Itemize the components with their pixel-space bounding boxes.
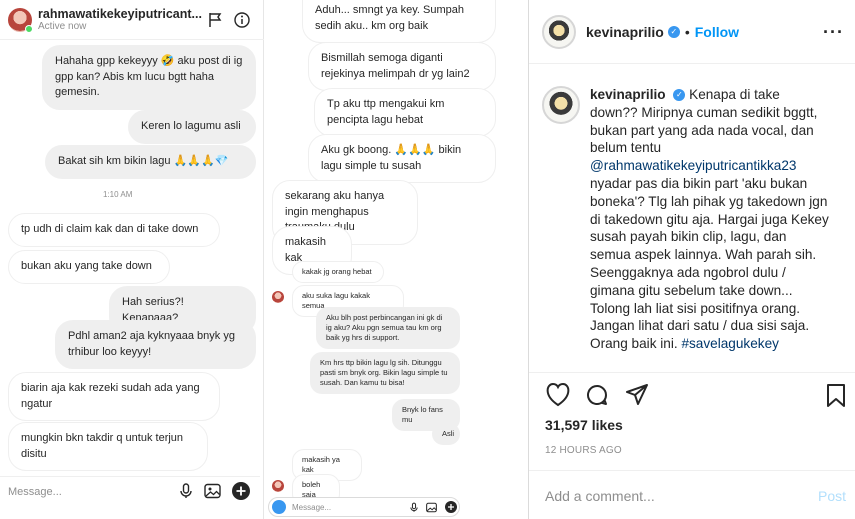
chat-avatar[interactable] [8, 7, 33, 33]
more-options-icon[interactable]: ··· [823, 22, 844, 43]
message-composer[interactable]: Message... [0, 476, 260, 506]
comment-icon[interactable] [585, 383, 609, 407]
flag-icon[interactable] [207, 12, 223, 28]
verified-badge-icon: ✓ [667, 25, 680, 38]
message-bubble: mungkin bkn takdir q untuk terjun disitu [8, 422, 208, 471]
caption-area: kevinaprilio ✓ Kenapa di take down?? Mir… [542, 86, 842, 368]
separator-dot: • [684, 23, 690, 40]
chat-screenshot: rahmawatikekeyiputricant... Active now H… [0, 0, 528, 519]
microphone-icon[interactable] [178, 483, 194, 499]
caption-text: kevinaprilio ✓ Kenapa di take down?? Mir… [590, 86, 830, 368]
message-bubble: Pdhl aman2 aja kyknyaaa bnyk yg trhibur … [55, 320, 256, 369]
message-composer[interactable]: Message... [268, 497, 460, 517]
divider [529, 372, 855, 373]
info-icon[interactable] [234, 12, 250, 28]
caption-body: nyadar pas dia bikin part 'aku bukan bon… [590, 175, 829, 352]
message-bubble: Keren lo lagumu asli [128, 110, 256, 144]
microphone-icon[interactable] [409, 502, 419, 513]
post-header: kevinaprilio ✓ • Follow ··· [529, 0, 855, 64]
message-timestamp: 1:10 AM [103, 190, 133, 199]
add-icon[interactable] [232, 482, 250, 500]
verified-badge-icon: ✓ [673, 89, 686, 102]
message-bubble: Aduh... smngt ya key. Sumpah sedih aku..… [302, 0, 496, 43]
caption-username[interactable]: kevinaprilio [590, 87, 666, 102]
comment-input[interactable]: Add a comment... [545, 488, 655, 504]
chat-username[interactable]: rahmawatikekeyiputricant... [38, 7, 202, 21]
save-icon[interactable] [826, 383, 846, 408]
comment-box: Add a comment... Post [529, 470, 855, 519]
caption-avatar[interactable] [542, 86, 580, 124]
chat-right: Aduh... smngt ya key. Sumpah sedih aku..… [264, 0, 528, 519]
message-bubble: bukan aku yang take down [8, 250, 170, 284]
post-username[interactable]: kevinaprilio [586, 24, 664, 40]
image-icon[interactable] [204, 483, 221, 499]
add-icon[interactable] [445, 501, 457, 513]
message-bubble: Aku blh post perbincangan ini gk di ig a… [316, 307, 460, 349]
chat-left: rahmawatikekeyiputricant... Active now H… [0, 0, 264, 519]
follow-button[interactable]: Follow [695, 24, 739, 40]
sender-avatar [272, 291, 284, 303]
message-bubble: Tp aku ttp mengakui km pencipta lagu heb… [314, 88, 496, 137]
action-bar [545, 383, 845, 411]
caption-mention[interactable]: @rahmawatikekeyiputricantikka23 [590, 158, 796, 173]
camera-icon[interactable] [272, 500, 286, 514]
chat-title-block: rahmawatikekeyiputricant... Active now [32, 7, 202, 32]
chat-status: Active now [38, 21, 87, 32]
post-panel: kevinaprilio ✓ • Follow ··· kevinaprilio… [528, 0, 855, 519]
message-bubble: Bismillah semoga diganti rejekinya melim… [308, 42, 496, 91]
likes-count[interactable]: 31,597 likes [545, 417, 623, 433]
post-timestamp[interactable]: 12 HOURS AGO [545, 445, 622, 456]
message-bubble: tp udh di claim kak dan di take down [8, 213, 220, 247]
message-input[interactable]: Message... [8, 486, 62, 498]
message-input[interactable]: Message... [292, 503, 331, 512]
image-icon[interactable] [426, 502, 437, 513]
message-bubble: biarin aja kak rezeki sudah ada yang nga… [8, 372, 220, 421]
profile-avatar[interactable] [542, 14, 576, 49]
sender-avatar [272, 480, 284, 492]
message-bubble: kakak jg orang hebat [292, 261, 384, 283]
share-icon[interactable] [625, 383, 649, 407]
message-bubble: Asli [432, 423, 460, 445]
caption-hashtag[interactable]: #savelagukekey [681, 336, 779, 351]
message-bubble: Bakat sih km bikin lagu 🙏🙏🙏💎 [45, 145, 256, 179]
post-comment-button[interactable]: Post [818, 488, 846, 504]
message-bubble: Aku gk boong. 🙏🙏🙏 bikin lagu simple tu s… [308, 134, 496, 183]
message-bubble: Km hrs ttp bikin lagu lg sih. Ditunggu p… [310, 352, 460, 394]
chat-header: rahmawatikekeyiputricant... Active now [0, 0, 264, 40]
online-indicator [25, 24, 33, 33]
message-bubble: Hahaha gpp kekeyyy 🤣 aku post di ig gpp … [42, 45, 256, 110]
like-icon[interactable] [545, 383, 571, 407]
